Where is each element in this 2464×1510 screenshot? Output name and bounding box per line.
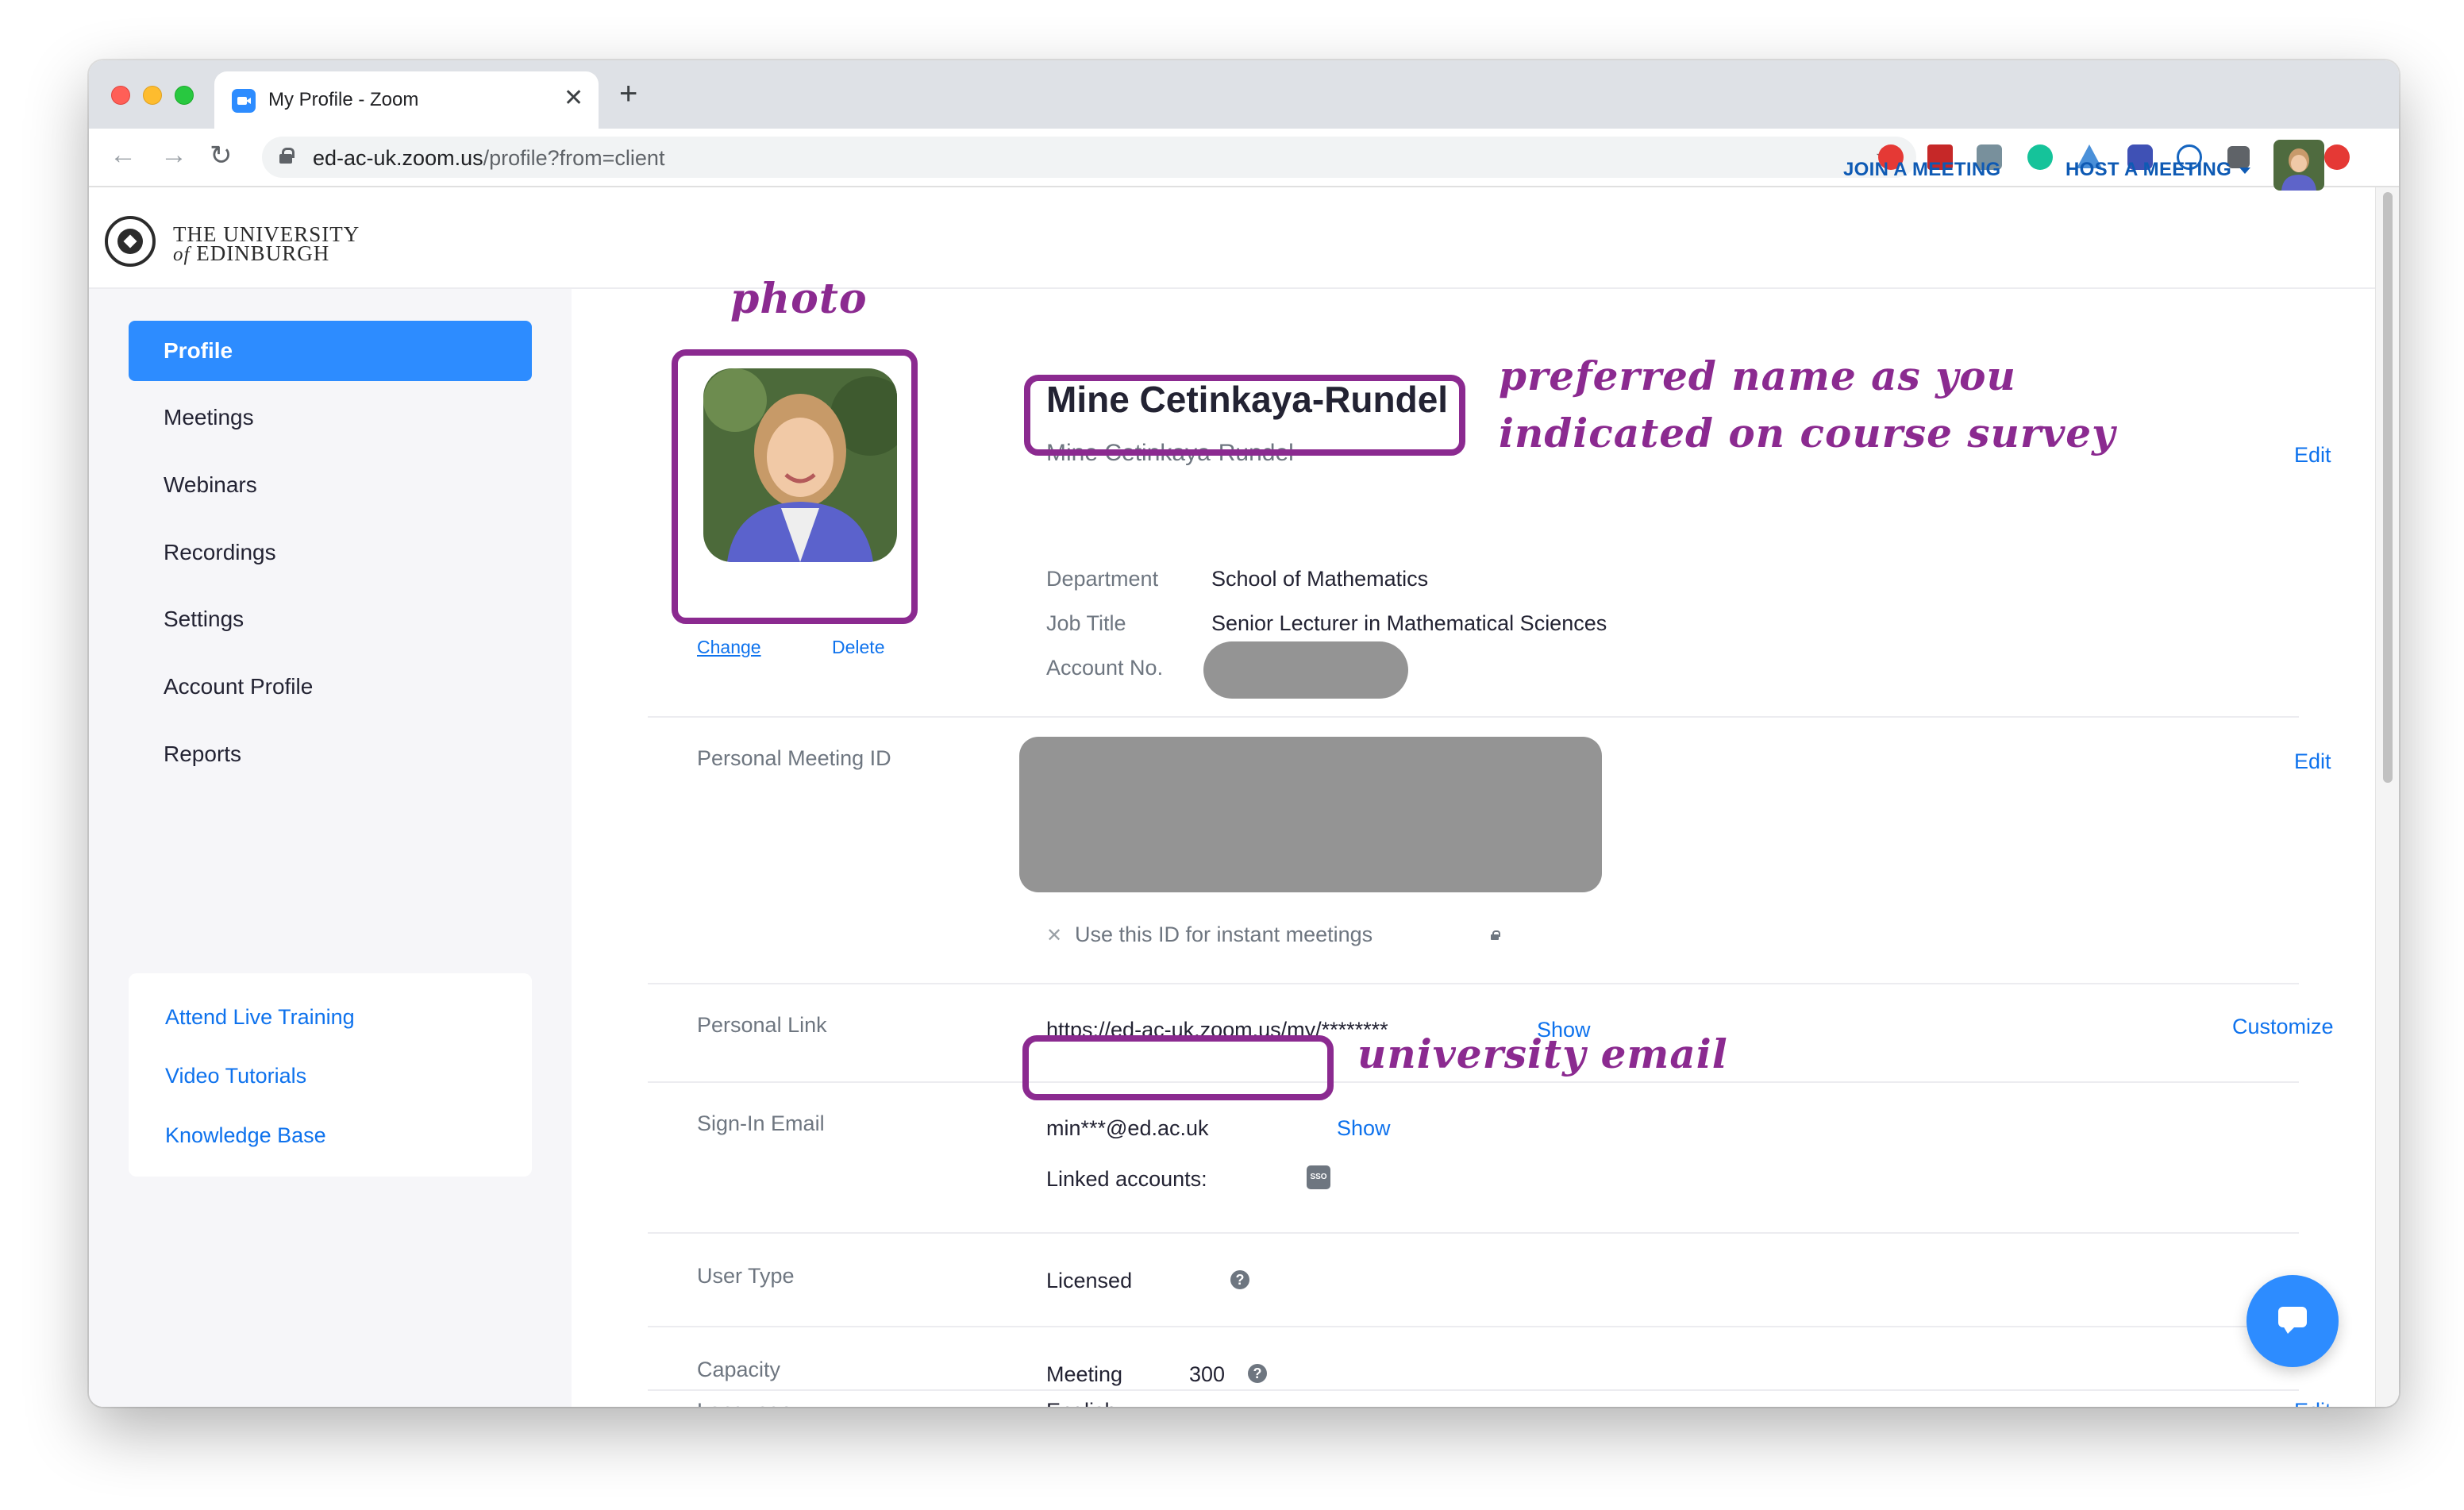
divider	[648, 716, 2299, 718]
annotation-preferred-name-line1: preferred name as you	[1499, 352, 2016, 399]
update-icon[interactable]	[2324, 144, 2350, 170]
linked-accounts-label: Linked accounts:	[1046, 1167, 1207, 1191]
personal-link-label: Personal Link	[697, 1013, 827, 1037]
screenshot-stage: My Profile - Zoom ✕ + ← → ↻ ed-ac-uk.zoo…	[0, 0, 2464, 1510]
language-label: Language	[697, 1399, 792, 1407]
join-meeting-link[interactable]: JOIN A MEETING	[1843, 159, 2000, 181]
language-value: English	[1046, 1399, 1117, 1407]
url-path: /profile?from=client	[483, 146, 665, 170]
attend-live-training-link[interactable]: Attend Live Training	[165, 1005, 355, 1030]
divider	[648, 1326, 2299, 1327]
chat-support-button[interactable]	[2246, 1275, 2339, 1367]
sidebar-item-profile[interactable]: Profile	[129, 321, 532, 381]
grammarly-extension-icon[interactable]	[2027, 144, 2053, 170]
email-highlight-box	[1022, 1035, 1334, 1100]
edit-pmi-link[interactable]: Edit	[2294, 749, 2331, 774]
sidebar-item-account-profile[interactable]: Account Profile	[129, 657, 532, 717]
browser-toolbar: ← → ↻ ed-ac-uk.zoom.us/profile?from=clie…	[89, 129, 2399, 187]
job-title-label: Job Title	[1046, 611, 1126, 635]
scrollbar-thumb[interactable]	[2383, 192, 2393, 783]
new-tab-button[interactable]: +	[619, 78, 637, 110]
url-host: ed-ac-uk.zoom.us	[313, 146, 483, 170]
chevron-down-icon	[2239, 167, 2251, 174]
sidebar-item-reports[interactable]: Reports	[129, 724, 532, 784]
browser-window: My Profile - Zoom ✕ + ← → ↻ ed-ac-uk.zoo…	[89, 60, 2399, 1407]
host-meeting-label: HOST A MEETING	[2066, 159, 2232, 180]
photo-highlight-box	[672, 349, 918, 624]
personal-meeting-id-redaction	[1019, 737, 1602, 892]
reload-button[interactable]: ↻	[210, 140, 233, 171]
university-edinburgh-text: EDINBURGH	[196, 241, 330, 265]
capacity-type: Meeting	[1046, 1362, 1123, 1386]
department-label: Department	[1046, 567, 1159, 591]
user-type-value: Licensed	[1046, 1269, 1133, 1292]
sidebar-item-meetings[interactable]: Meetings	[129, 387, 532, 448]
annotation-university-email: university email	[1357, 1030, 1728, 1077]
divider	[648, 983, 2299, 984]
back-button[interactable]: ←	[110, 140, 137, 171]
divider	[648, 1081, 2299, 1083]
address-bar[interactable]: ed-ac-uk.zoom.us/profile?from=client ☆	[262, 137, 1916, 178]
close-icon: ✕	[1046, 925, 1063, 946]
instant-meetings-option[interactable]: Use this ID for instant meetings	[1075, 923, 1373, 947]
zoom-favicon-icon	[232, 89, 256, 113]
lock-icon[interactable]	[279, 148, 295, 164]
edit-profile-link[interactable]: Edit	[2294, 443, 2331, 468]
change-photo-link[interactable]: Change	[697, 637, 761, 658]
sign-in-email-label: Sign-In Email	[697, 1111, 825, 1135]
site-header: THE UNIVERSITY of EDINBURGH	[89, 187, 2375, 289]
sign-in-email-value: min***@ed.ac.uk	[1046, 1116, 1209, 1140]
maximize-window-button[interactable]	[175, 86, 194, 105]
capacity-label: Capacity	[697, 1358, 781, 1381]
knowledge-base-link[interactable]: Knowledge Base	[165, 1123, 326, 1148]
university-of-text: of	[173, 244, 191, 265]
edit-language-link[interactable]: Edit	[2294, 1399, 2331, 1407]
job-title-value: Senior Lecturer in Mathematical Sciences	[1211, 611, 1607, 635]
sidebar: Profile Meetings Webinars Recordings Set…	[89, 289, 572, 1407]
lock-icon	[1491, 930, 1500, 940]
scrollbar[interactable]	[2375, 187, 2399, 1407]
sidebar-item-webinars[interactable]: Webinars	[129, 455, 532, 515]
capacity-value: 300	[1189, 1362, 1226, 1386]
sso-icon: SSO	[1307, 1165, 1330, 1189]
help-icon[interactable]: ?	[1230, 1270, 1249, 1289]
department-value: School of Mathematics	[1211, 567, 1429, 591]
personal-meeting-id-label: Personal Meeting ID	[697, 746, 891, 770]
forward-button[interactable]: →	[160, 140, 187, 171]
host-meeting-link[interactable]: HOST A MEETING	[2066, 159, 2251, 181]
customize-personal-link[interactable]: Customize	[2232, 1015, 2334, 1039]
account-number-redaction	[1203, 641, 1408, 699]
account-number-label: Account No.	[1046, 656, 1164, 680]
minimize-window-button[interactable]	[143, 86, 162, 105]
user-type-label: User Type	[697, 1264, 795, 1288]
tab-title: My Profile - Zoom	[268, 89, 419, 110]
user-avatar[interactable]	[2273, 140, 2324, 191]
divider	[648, 1232, 2299, 1234]
sidebar-item-recordings[interactable]: Recordings	[129, 522, 532, 583]
url-text[interactable]: ed-ac-uk.zoom.us/profile?from=client	[313, 146, 664, 171]
show-email-link[interactable]: Show	[1337, 1116, 1391, 1141]
help-links-card: Attend Live Training Video Tutorials Kno…	[129, 973, 532, 1177]
name-highlight-box	[1024, 375, 1465, 456]
university-name-line2: of EDINBURGH	[173, 241, 329, 266]
university-crest-icon[interactable]	[105, 216, 156, 267]
sidebar-item-settings[interactable]: Settings	[129, 589, 532, 649]
close-window-button[interactable]	[111, 86, 130, 105]
delete-photo-link[interactable]: Delete	[832, 637, 884, 658]
tab-bar: My Profile - Zoom ✕ +	[89, 60, 2399, 129]
close-tab-icon[interactable]: ✕	[564, 84, 583, 112]
annotation-preferred-name-line2: indicated on course survey	[1499, 410, 2116, 456]
help-icon[interactable]: ?	[1248, 1364, 1267, 1383]
annotation-photo: photo	[730, 275, 868, 323]
divider	[648, 1389, 2299, 1391]
tab-my-profile[interactable]: My Profile - Zoom ✕	[214, 71, 599, 129]
video-tutorials-link[interactable]: Video Tutorials	[165, 1064, 306, 1088]
